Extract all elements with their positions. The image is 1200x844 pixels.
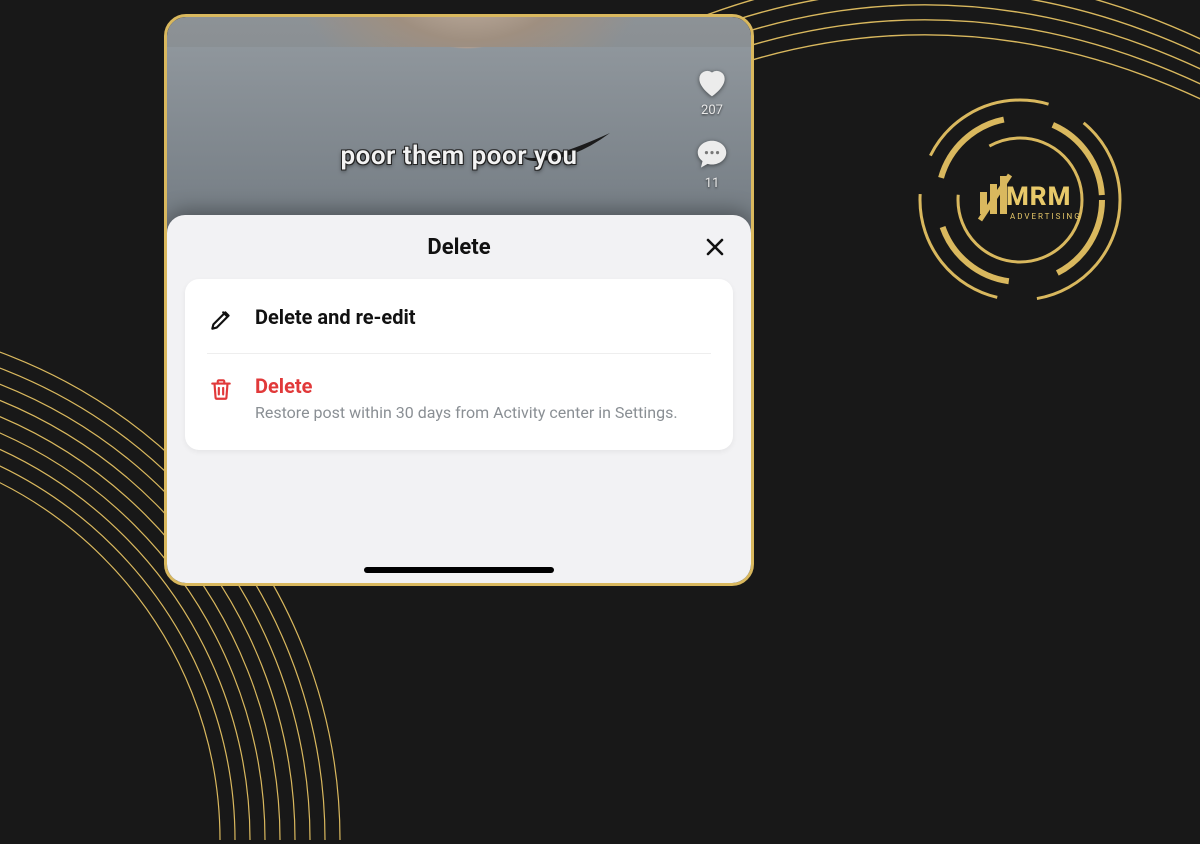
delete-option[interactable]: Delete Restore post within 30 days from … xyxy=(207,353,711,444)
option-subtext: Restore post within 30 days from Activit… xyxy=(255,402,685,424)
phone-screenshot-frame: poor them poor you 207 11 Delete xyxy=(164,14,754,586)
delete-sheet: Delete Delete and re-edit Delete xyxy=(167,215,751,583)
close-button[interactable] xyxy=(699,231,731,263)
heart-icon xyxy=(693,63,731,101)
like-button[interactable]: 207 xyxy=(693,63,731,118)
brand-name: MRM xyxy=(1006,184,1071,210)
brand-tagline: ADVERTISING xyxy=(1010,212,1082,221)
trash-icon xyxy=(207,376,235,402)
option-label: Delete and re-edit xyxy=(255,305,711,329)
options-card: Delete and re-edit Delete Restore post w… xyxy=(185,279,733,450)
option-label: Delete xyxy=(255,374,711,398)
home-indicator[interactable] xyxy=(364,567,554,573)
comment-count: 11 xyxy=(705,176,720,191)
sheet-title: Delete xyxy=(427,235,490,260)
close-icon xyxy=(703,235,727,259)
delete-and-reedit-option[interactable]: Delete and re-edit xyxy=(185,285,733,353)
video-caption: poor them poor you xyxy=(167,141,751,171)
edit-icon xyxy=(207,307,235,333)
comment-button[interactable]: 11 xyxy=(693,136,731,191)
comment-icon xyxy=(693,136,731,174)
brand-logo: MRM ADVERTISING xyxy=(910,90,1130,310)
sheet-header: Delete xyxy=(167,215,751,279)
like-count: 207 xyxy=(701,103,723,118)
video-action-rail: 207 11 xyxy=(687,63,737,191)
